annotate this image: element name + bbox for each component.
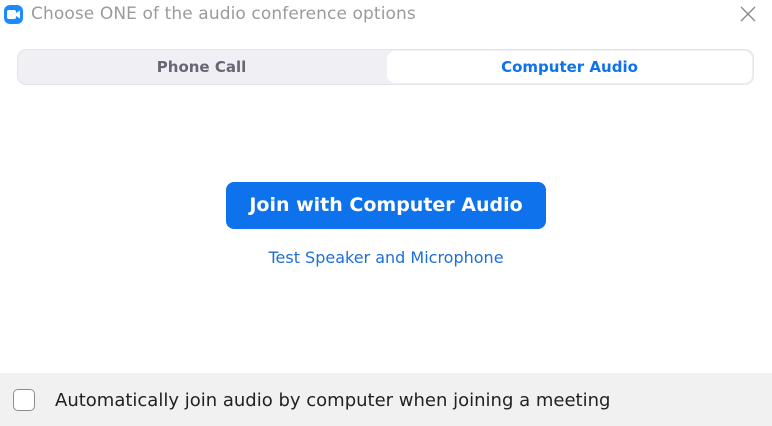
close-icon[interactable]	[737, 3, 759, 25]
title-bar: Choose ONE of the audio conference optio…	[0, 0, 772, 30]
auto-join-label[interactable]: Automatically join audio by computer whe…	[55, 390, 610, 411]
video-camera-icon	[4, 5, 23, 24]
auto-join-checkbox[interactable]	[13, 389, 35, 411]
window-title: Choose ONE of the audio conference optio…	[31, 4, 416, 24]
tab-computer-audio[interactable]: Computer Audio	[387, 51, 752, 83]
test-speaker-microphone-link[interactable]: Test Speaker and Microphone	[226, 248, 546, 267]
join-computer-audio-button[interactable]: Join with Computer Audio	[226, 182, 546, 229]
audio-options-window: Choose ONE of the audio conference optio…	[0, 0, 772, 426]
tab-phone-call[interactable]: Phone Call	[18, 51, 385, 83]
footer-bar: Automatically join audio by computer whe…	[0, 373, 772, 426]
audio-mode-tabs: Phone Call Computer Audio	[17, 49, 754, 85]
